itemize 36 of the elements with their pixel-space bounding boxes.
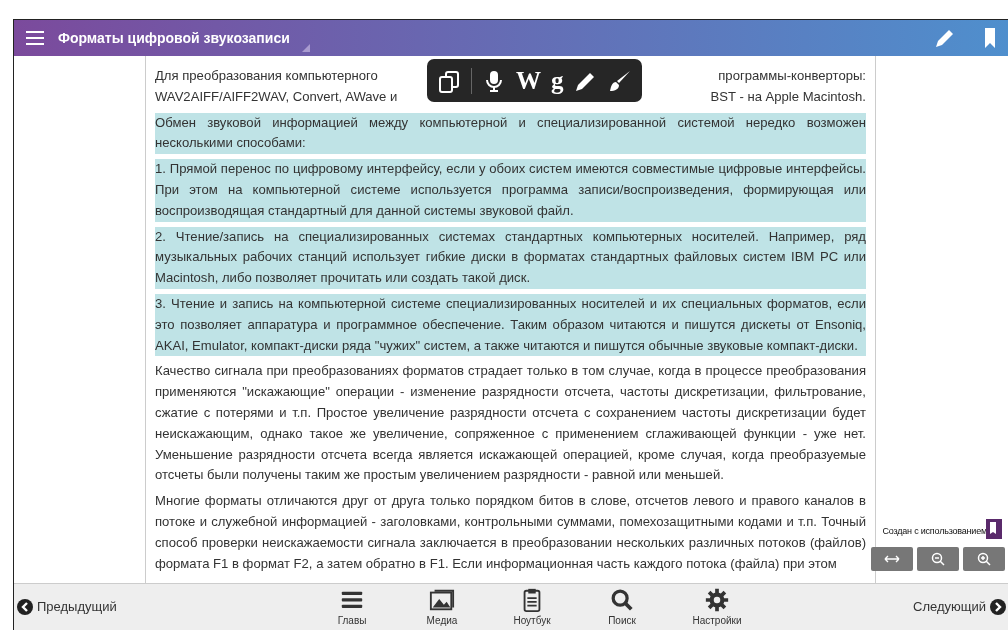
page-title: Форматы цифровой звукозаписи: [58, 28, 290, 48]
zoom-out-icon: [931, 552, 945, 566]
paragraph: Обмен звуковой информацией между компьютерной и специализированной системой нередко возможен несколькими способами:: [155, 112, 866, 155]
next-button[interactable]: Следующий: [913, 597, 1006, 617]
copy-icon[interactable]: [437, 68, 461, 93]
zoom-out-button[interactable]: [917, 547, 959, 571]
zoom-in-icon: [977, 552, 991, 566]
brush-icon[interactable]: [607, 68, 632, 93]
fit-width-button[interactable]: [871, 547, 913, 571]
text-fragment: Для преобразования компьютерного: [155, 67, 378, 85]
search-icon: [609, 587, 635, 613]
images-icon: [429, 587, 455, 613]
zoom-in-button[interactable]: [963, 547, 1005, 571]
paragraph: 3. Чтение и запись на компьютерной системе специализированных носителей и их специальных форматов, если это позволяет аппаратура и программное обеспечение. Таким образом читаются и пишутся дискеты от Ensoniq, AKAI, Emulator, компакт-диски ряда "чужих" систем, а также читаются и пишутся обычные звуковые компакт-диски.: [155, 293, 866, 357]
footer-tab[interactable]: Ноутбук: [487, 587, 577, 626]
paragraph: 1. Прямой перенос по цифровому интерфейсу, если у обоих систем имеются совместимые цифровые интерфейсы. При этом на компьютерной системе используется программа записи/воспроизведения, формирующая или воспроизводящая стандартный для данной системы звуковой файл.: [155, 159, 866, 222]
letter-button[interactable]: W: [516, 68, 541, 93]
paragraph: Качество сигнала при преобразованиях форматов страдает только в том случае, когда в процессе преобразования применяются "искажающие" операции - изменение разрядности отсчета, частоты дискретизации, фильтрование, сжатие с потерями и т.п. Простое увеличение разрядности отсчета с сохранением частоты дискретизации будет неискажающим, однако такое же увеличение, сопряженное с применением сглаживающей функции - уже нет. Уменьшение разрядности отсчета всегда является искажающей операцией, кроме случая, когда преобразуемые отсчеты были получены таким же простым увеличением разрядности - равной или меньшей.: [155, 362, 866, 485]
menu-icon[interactable]: [26, 31, 44, 45]
paragraph: Многие форматы отличаются друг от друга только порядком битов в слове, отсчетов левого и правого каналов в потоке и служебной информацией - заголовками, контрольными суммами, помехозащитными кодами и т.п. Точный способ проверки неискажаемости сигнала заключается в преобразовании нескольких различных потоков (файлов) формата F1 в формат F2, а затем обратно в F1. Если информационная часть каждого потока (файла) при этом: [155, 492, 866, 573]
footer-tab[interactable]: Медиа: [397, 587, 487, 626]
gear-icon: [704, 587, 730, 613]
credit-text: Создан с использованием: [882, 525, 987, 538]
paragraph: 2. Чтение/запись на специализированных системах стандартных компьютерных носителей. Например, ряд музыкальных рабочих станций использует гибкие диски в форматах стандартных файловых систем IBM PC или Macintosh, либо позволяет прочитать или создать такой диск.: [155, 226, 866, 289]
letter-button[interactable]: g: [551, 68, 564, 93]
footer-tab[interactable]: Настройки: [667, 587, 767, 626]
footer-tab[interactable]: Поиск: [577, 587, 667, 626]
text-fragment: WAV2AIFF/AIFF2WAV, Convert, AWave и: [155, 87, 398, 106]
text-fragment: программы-конверторы:: [718, 67, 866, 85]
previous-button[interactable]: Предыдущий: [17, 597, 117, 617]
bookmark-icon[interactable]: [984, 28, 996, 48]
corner-icon: [301, 44, 310, 52]
footer-tab[interactable]: Главы: [307, 587, 397, 626]
book-logo-icon: [986, 519, 1002, 539]
text-fragment: BST - на Apple Macintosh.: [710, 87, 866, 106]
double-arrow-icon: [884, 555, 900, 563]
